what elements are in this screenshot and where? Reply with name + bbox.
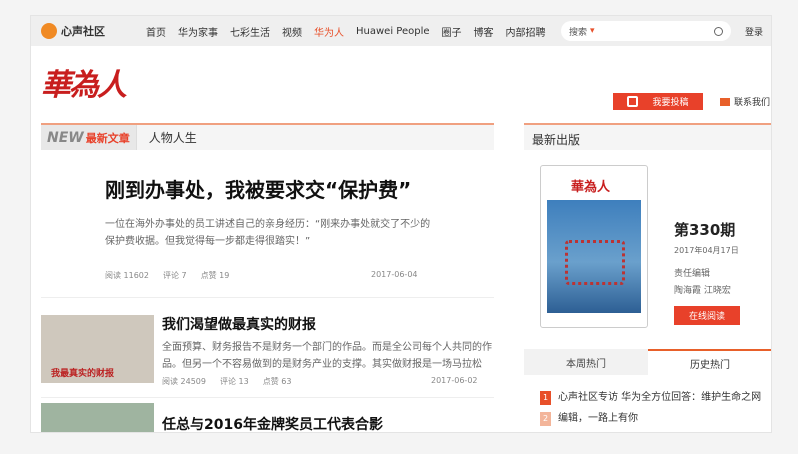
like-count: 点赞 63 (262, 377, 292, 386)
nav-huawei-people-cn[interactable]: 华为人 (314, 24, 344, 39)
hot-list-item[interactable]: 2 编辑，一路上有你 (540, 412, 638, 426)
mail-icon (720, 97, 730, 106)
hot-item-title: 心声社区专访 华为全方位回答：维护生命之网 (558, 392, 762, 403)
article-thumbnail[interactable] (41, 403, 154, 432)
read-count: 阅读 11602 (105, 271, 149, 280)
article-title[interactable]: 任总与2016年金牌奖员工代表合影 (162, 414, 383, 432)
magazine-cover[interactable]: 華為人 (540, 165, 648, 328)
article-tabs: NEW 最新文章 人物人生 (41, 123, 494, 150)
like-count: 点赞 19 (200, 271, 230, 280)
divider (41, 397, 494, 398)
tab-people[interactable]: 人物人生 (137, 129, 197, 146)
comment-count: 评论 7 (163, 271, 187, 280)
issue-date: 2017年04月17日 (674, 246, 739, 255)
nav-blog[interactable]: 博客 (474, 24, 494, 39)
panel-heading: 最新出版 (524, 123, 771, 150)
cover-masthead: 華為人 (571, 180, 611, 195)
search-scope[interactable]: 搜索 (569, 25, 587, 38)
brand-logo: 華為人 (41, 68, 127, 103)
cover-image (547, 200, 641, 313)
nav-video[interactable]: 视频 (282, 24, 302, 39)
article-meta: 阅读 11602 评论 7 点赞 19 (105, 270, 229, 281)
article-meta: 阅读 24509 评论 13 点赞 63 (162, 376, 291, 387)
site-logo[interactable]: 心声社区 (41, 23, 146, 39)
issue-number: 第330期 (674, 221, 736, 239)
tab-weekly-hot[interactable]: 本周热门 (524, 349, 648, 375)
logo-text: 心声社区 (61, 25, 105, 38)
chevron-down-icon: ▾ (590, 26, 595, 36)
tab-all-time-hot[interactable]: 历史热门 (648, 349, 771, 375)
cover-figures (565, 240, 625, 285)
new-badge: NEW (47, 129, 84, 146)
tab-latest[interactable]: NEW 最新文章 (41, 125, 137, 150)
login-link[interactable]: 登录 (745, 25, 763, 38)
article-summary: 一位在海外办事处的员工讲述自己的亲身经历：“刚来办事处就交了不少的保护费收据。但… (105, 219, 431, 247)
hot-item-title: 编辑，一路上有你 (558, 413, 638, 424)
article-thumbnail[interactable]: 我最真实的财报 (41, 315, 154, 383)
article-date: 2017-06-04 (371, 270, 418, 279)
article-date: 2017-06-02 (431, 376, 478, 385)
top-nav: 心声社区 首页 华为家事 七彩生活 视频 华为人 Huawei People 圈… (31, 16, 771, 46)
hot-list-item[interactable]: 1 心声社区专访 华为全方位回答：维护生命之网 (540, 391, 761, 405)
tab-latest-label: 最新文章 (85, 131, 130, 145)
nav-home[interactable]: 首页 (146, 24, 166, 39)
nav-jobs[interactable]: 内部招聘 (506, 24, 546, 39)
nav-huawei-affairs[interactable]: 华为家事 (178, 24, 218, 39)
page: 心声社区 首页 华为家事 七彩生活 视频 华为人 Huawei People 圈… (30, 15, 772, 433)
article-title[interactable]: 我们渴望做最真实的财报 (162, 314, 316, 334)
nav-life[interactable]: 七彩生活 (230, 24, 270, 39)
search-icon[interactable] (713, 26, 723, 36)
submit-label: 我要投稿 (652, 98, 689, 108)
article-summary: 全面预算、财务报告不是财务一个部门的作品。而是全公司每个人共同的作品。但另一个不… (162, 342, 492, 370)
editor-names: 陶海霞 江晓宏 (674, 286, 731, 296)
thumbnail-caption: 我最真实的财报 (51, 369, 115, 379)
divider (41, 297, 494, 298)
logo-icon (41, 23, 57, 39)
rank-badge: 1 (540, 391, 551, 405)
contact-link[interactable]: 联系我们 (720, 95, 770, 108)
search-input[interactable]: 搜索 ▾ (560, 21, 731, 41)
rank-badge: 2 (540, 412, 551, 426)
nav-circles[interactable]: 圈子 (442, 24, 462, 39)
submit-article-button[interactable]: 我要投稿 (613, 93, 703, 110)
edit-icon (627, 96, 639, 107)
comment-count: 评论 13 (220, 377, 249, 386)
editor-label: 责任编辑 (674, 269, 711, 279)
latest-issue-panel: 最新出版 華為人 第330期 2017年04月17日 责任编辑 陶海霞 江晓宏 … (524, 123, 771, 432)
read-count: 阅读 24509 (162, 377, 206, 386)
contact-label: 联系我们 (734, 98, 771, 108)
read-online-button[interactable]: 在线阅读 (674, 306, 740, 325)
nav-huawei-people[interactable]: Huawei People (356, 26, 430, 37)
hot-tabs: 本周热门 历史热门 (524, 349, 771, 375)
article-title[interactable]: 刚到办事处，我被要求交“保护费” (105, 174, 411, 203)
